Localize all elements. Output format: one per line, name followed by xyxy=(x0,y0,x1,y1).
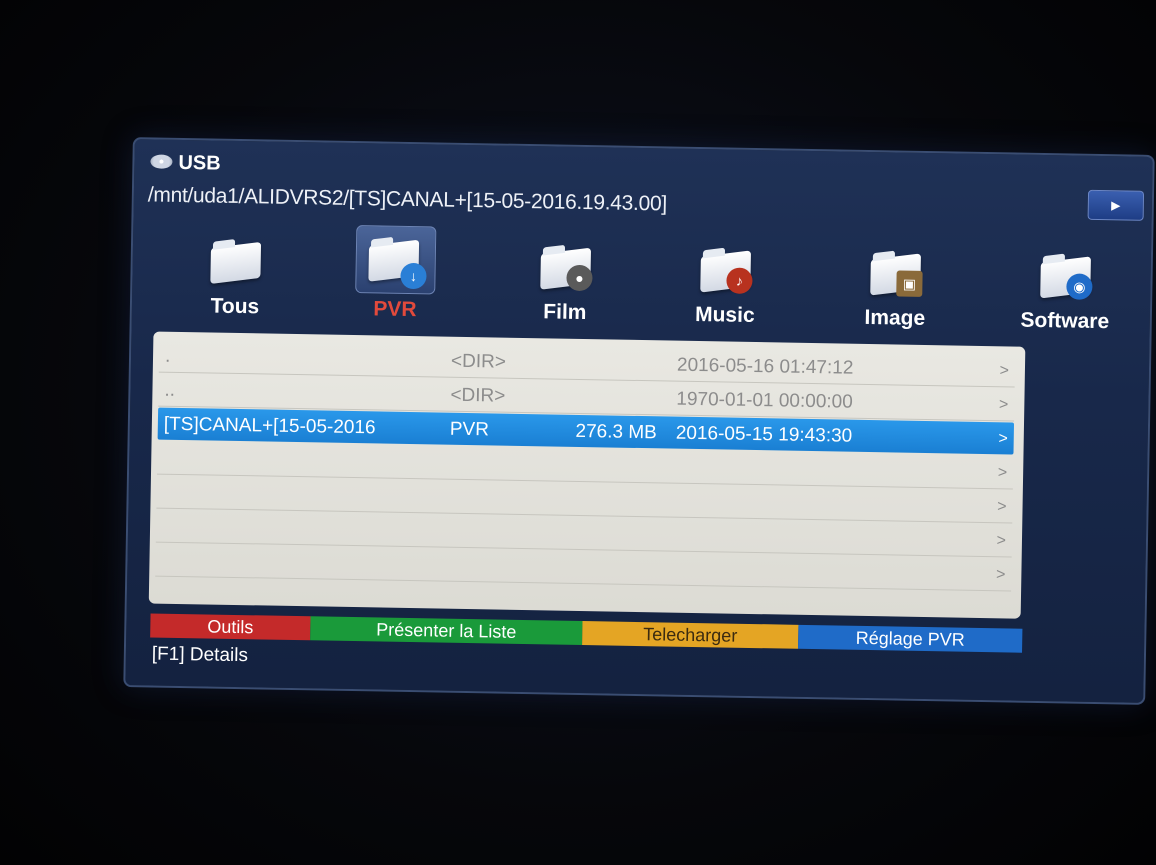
chevron-right-icon: > xyxy=(995,566,1006,584)
file-date: 1970-01-01 00:00:00 xyxy=(676,388,853,413)
file-date: 2016-05-15 19:43:30 xyxy=(675,422,853,447)
music-icon: ♪ xyxy=(696,243,755,294)
chevron-right-icon: > xyxy=(996,532,1007,550)
usb-browser-panel: USB /mnt/uda1/ALIDVRS2/[TS]CANAL+[15-05-… xyxy=(123,137,1155,705)
tab-label: Image xyxy=(864,305,926,330)
file-size: 276.3 MB xyxy=(575,420,657,444)
film-reel-icon: ● xyxy=(536,240,595,292)
file-list: . <DIR> 2016-05-16 01:47:12 > .. <DIR> 1… xyxy=(148,331,1026,619)
file-name: . xyxy=(164,345,171,367)
chevron-right-icon: > xyxy=(997,498,1007,516)
software-globe-icon: ◉ xyxy=(1036,249,1095,300)
image-icon: ▣ xyxy=(866,246,925,297)
tab-label: Tous xyxy=(210,294,260,319)
telecharger-button[interactable]: Telecharger xyxy=(582,621,799,649)
file-date: 2016-05-16 01:47:12 xyxy=(676,354,854,379)
file-name: [TS]CANAL+[15-05-2016 xyxy=(163,413,376,439)
tab-music[interactable]: ♪ Music xyxy=(659,236,791,338)
tab-label: PVR xyxy=(373,297,417,322)
tab-software[interactable]: ◉ Software xyxy=(999,242,1131,344)
file-name: .. xyxy=(164,379,176,401)
presenter-liste-button[interactable]: Présenter la Liste xyxy=(310,616,583,646)
chevron-right-icon: > xyxy=(998,430,1008,448)
tab-image[interactable]: ▣ Image xyxy=(829,239,961,341)
play-button[interactable]: ▶ xyxy=(1087,189,1145,221)
file-type: PVR xyxy=(449,418,490,441)
file-type: <DIR> xyxy=(450,350,507,373)
window-title: USB xyxy=(178,151,221,175)
tab-tous[interactable]: Tous xyxy=(170,228,302,330)
tab-film[interactable]: ● Film xyxy=(500,234,632,336)
chevron-right-icon: > xyxy=(997,464,1008,482)
reglage-pvr-button[interactable]: Réglage PVR xyxy=(798,624,1023,653)
title-row: USB xyxy=(150,147,221,178)
folder-icon xyxy=(206,234,265,285)
file-size xyxy=(554,353,658,355)
tab-label: Software xyxy=(1020,308,1110,334)
pvr-download-icon: ↓ xyxy=(355,225,437,295)
color-button-bar: Outils Présenter la Liste Telecharger Ré… xyxy=(150,613,1023,653)
play-icon: ▶ xyxy=(1111,198,1121,213)
file-type: <DIR> xyxy=(450,384,506,407)
details-hint: [F1] Details xyxy=(151,643,249,667)
file-size xyxy=(554,387,658,389)
category-tabs: Tous ↓ PVR ● Film ♪ Music ▣ Image ◉ Soft… xyxy=(170,225,1132,347)
usb-disc-icon xyxy=(150,152,176,172)
chevron-right-icon: > xyxy=(998,396,1009,414)
outils-button[interactable]: Outils xyxy=(150,613,311,641)
tab-label: Film xyxy=(543,300,587,325)
tab-pvr[interactable]: ↓ PVR xyxy=(330,225,462,333)
tab-label: Music xyxy=(694,302,755,327)
current-path: /mnt/uda1/ALIDVRS2/[TS]CANAL+[15-05-2016… xyxy=(147,183,668,216)
chevron-right-icon: > xyxy=(999,362,1010,380)
